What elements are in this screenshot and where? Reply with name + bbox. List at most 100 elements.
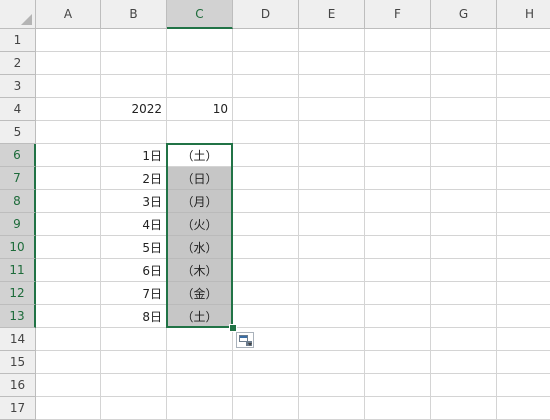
cell-c13[interactable]: （土） <box>167 305 233 328</box>
cell-b16[interactable] <box>101 374 167 397</box>
cell-f17[interactable] <box>365 397 431 420</box>
cell-f12[interactable] <box>365 282 431 305</box>
cell-a13[interactable] <box>36 305 101 328</box>
row-header-4[interactable]: 4 <box>0 98 36 121</box>
cell-e8[interactable] <box>299 190 365 213</box>
cell-a17[interactable] <box>36 397 101 420</box>
row-header-2[interactable]: 2 <box>0 52 36 75</box>
cell-f9[interactable] <box>365 213 431 236</box>
cell-b10[interactable]: 5日 <box>101 236 167 259</box>
cell-e13[interactable] <box>299 305 365 328</box>
row-header-16[interactable]: 16 <box>0 374 36 397</box>
cell-h8[interactable] <box>497 190 550 213</box>
cell-g16[interactable] <box>431 374 497 397</box>
cell-d13[interactable] <box>233 305 299 328</box>
cell-g10[interactable] <box>431 236 497 259</box>
cell-b15[interactable] <box>101 351 167 374</box>
cell-e16[interactable] <box>299 374 365 397</box>
cell-a6[interactable] <box>36 144 101 167</box>
cell-b3[interactable] <box>101 75 167 98</box>
column-header-h[interactable]: H <box>497 0 550 29</box>
row-header-13[interactable]: 13 <box>0 305 36 328</box>
cell-f13[interactable] <box>365 305 431 328</box>
cell-g11[interactable] <box>431 259 497 282</box>
cell-b8[interactable]: 3日 <box>101 190 167 213</box>
cell-h2[interactable] <box>497 52 550 75</box>
cell-f16[interactable] <box>365 374 431 397</box>
cell-f6[interactable] <box>365 144 431 167</box>
cell-c7[interactable]: （日） <box>167 167 233 190</box>
column-header-b[interactable]: B <box>101 0 167 29</box>
cell-h12[interactable] <box>497 282 550 305</box>
row-header-9[interactable]: 9 <box>0 213 36 236</box>
cell-c10[interactable]: （水） <box>167 236 233 259</box>
cell-h1[interactable] <box>497 29 550 52</box>
cell-g3[interactable] <box>431 75 497 98</box>
cell-c1[interactable] <box>167 29 233 52</box>
row-header-14[interactable]: 14 <box>0 328 36 351</box>
cell-g8[interactable] <box>431 190 497 213</box>
row-header-10[interactable]: 10 <box>0 236 36 259</box>
cell-g15[interactable] <box>431 351 497 374</box>
row-header-12[interactable]: 12 <box>0 282 36 305</box>
cell-a9[interactable] <box>36 213 101 236</box>
cell-c6[interactable]: （土） <box>167 144 233 167</box>
cell-d2[interactable] <box>233 52 299 75</box>
cell-e4[interactable] <box>299 98 365 121</box>
cell-a7[interactable] <box>36 167 101 190</box>
fill-handle-icon[interactable] <box>229 324 237 332</box>
row-header-5[interactable]: 5 <box>0 121 36 144</box>
cell-c3[interactable] <box>167 75 233 98</box>
cell-e6[interactable] <box>299 144 365 167</box>
cell-c8[interactable]: （月） <box>167 190 233 213</box>
cell-d1[interactable] <box>233 29 299 52</box>
column-header-e[interactable]: E <box>299 0 365 29</box>
cell-g14[interactable] <box>431 328 497 351</box>
cell-d7[interactable] <box>233 167 299 190</box>
row-header-1[interactable]: 1 <box>0 29 36 52</box>
cell-a4[interactable] <box>36 98 101 121</box>
cell-e12[interactable] <box>299 282 365 305</box>
cell-b12[interactable]: 7日 <box>101 282 167 305</box>
cell-d3[interactable] <box>233 75 299 98</box>
cell-d9[interactable] <box>233 213 299 236</box>
cell-c4[interactable]: 10 <box>167 98 233 121</box>
cell-f15[interactable] <box>365 351 431 374</box>
cell-b17[interactable] <box>101 397 167 420</box>
cell-b2[interactable] <box>101 52 167 75</box>
cell-h7[interactable] <box>497 167 550 190</box>
cell-h13[interactable] <box>497 305 550 328</box>
cell-g12[interactable] <box>431 282 497 305</box>
cell-h6[interactable] <box>497 144 550 167</box>
cell-a10[interactable] <box>36 236 101 259</box>
cell-f1[interactable] <box>365 29 431 52</box>
row-header-11[interactable]: 11 <box>0 259 36 282</box>
cell-d11[interactable] <box>233 259 299 282</box>
column-header-d[interactable]: D <box>233 0 299 29</box>
cell-d10[interactable] <box>233 236 299 259</box>
cell-g7[interactable] <box>431 167 497 190</box>
cell-e3[interactable] <box>299 75 365 98</box>
cell-b13[interactable]: 8日 <box>101 305 167 328</box>
cell-g5[interactable] <box>431 121 497 144</box>
cell-f8[interactable] <box>365 190 431 213</box>
cell-e9[interactable] <box>299 213 365 236</box>
cell-e5[interactable] <box>299 121 365 144</box>
cell-f4[interactable] <box>365 98 431 121</box>
row-header-6[interactable]: 6 <box>0 144 36 167</box>
row-header-7[interactable]: 7 <box>0 167 36 190</box>
cell-f14[interactable] <box>365 328 431 351</box>
cell-b1[interactable] <box>101 29 167 52</box>
cell-h10[interactable] <box>497 236 550 259</box>
cell-a16[interactable] <box>36 374 101 397</box>
cell-g4[interactable] <box>431 98 497 121</box>
cell-e11[interactable] <box>299 259 365 282</box>
cell-c16[interactable] <box>167 374 233 397</box>
cell-b7[interactable]: 2日 <box>101 167 167 190</box>
cell-a2[interactable] <box>36 52 101 75</box>
cell-h4[interactable] <box>497 98 550 121</box>
cell-a5[interactable] <box>36 121 101 144</box>
cell-h3[interactable] <box>497 75 550 98</box>
cell-a14[interactable] <box>36 328 101 351</box>
cell-d16[interactable] <box>233 374 299 397</box>
